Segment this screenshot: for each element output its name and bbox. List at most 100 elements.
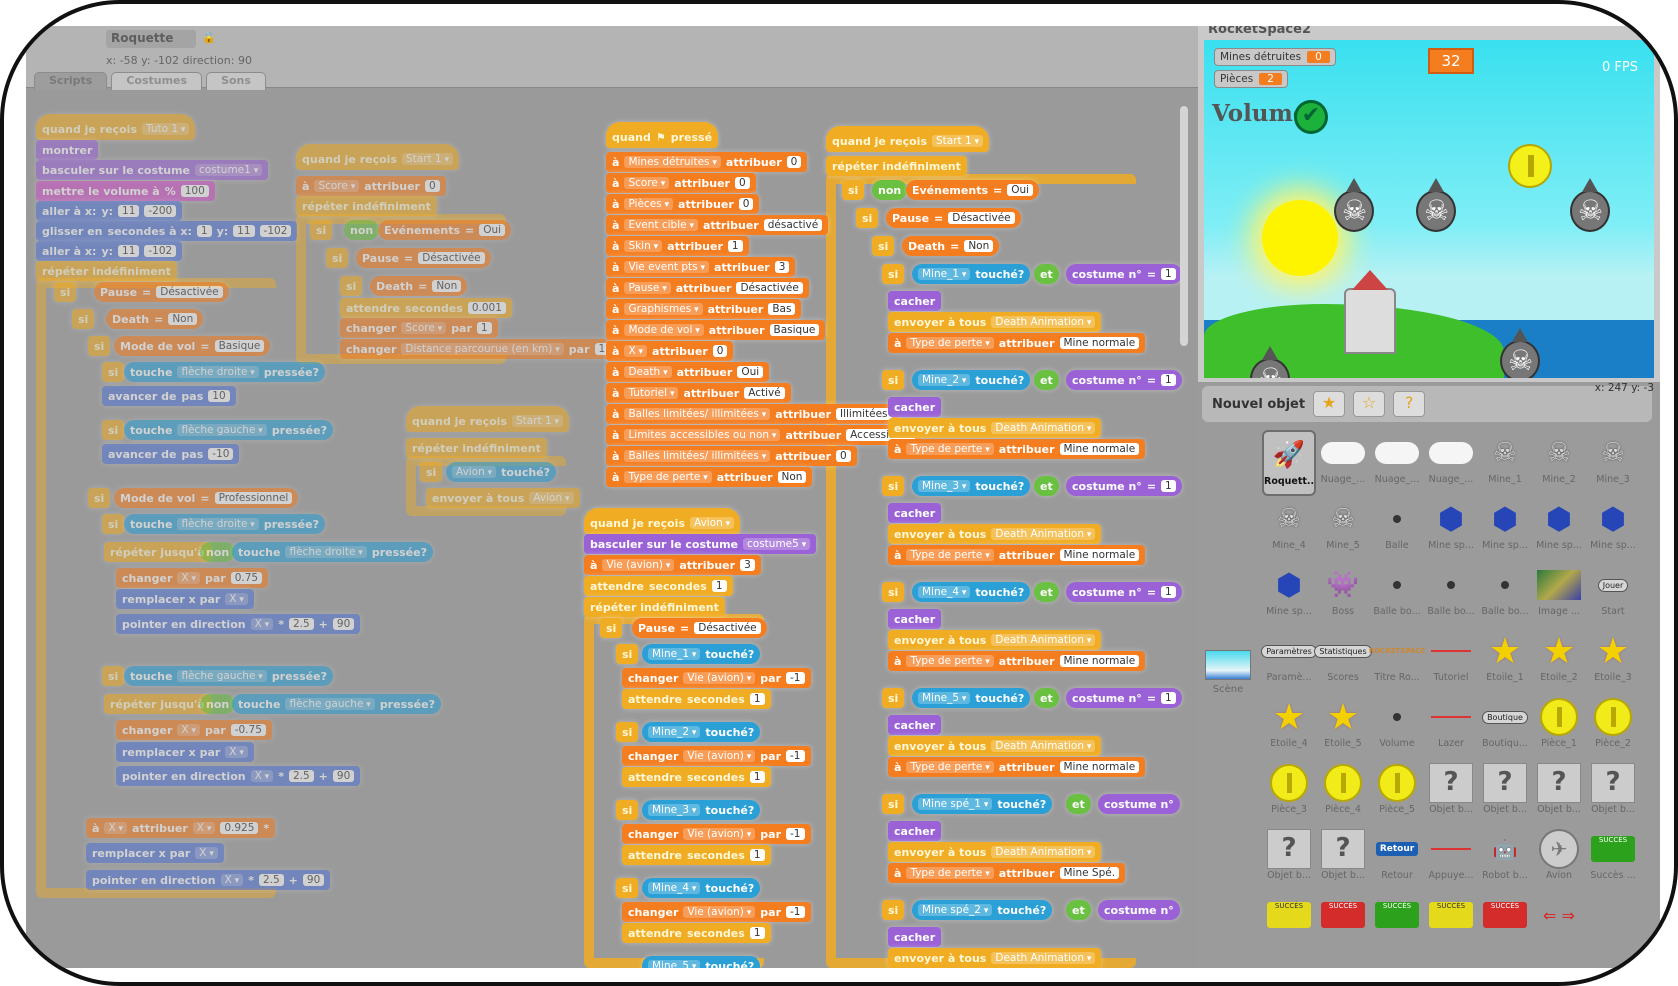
sprite-tile[interactable]: ⬢ Mine sp...: [1586, 496, 1640, 562]
block-dropdown[interactable]: X: [195, 847, 218, 859]
stage[interactable]: Mines détruites 0 Pièces 2 32 0 FPS Volu…: [1204, 40, 1654, 378]
block-input[interactable]: -1: [786, 750, 805, 762]
script-block[interactable]: envoyer à tous Death Animation: [888, 948, 1102, 968]
block-input[interactable]: Non: [777, 471, 807, 483]
block-input[interactable]: 90: [302, 874, 325, 886]
script-block[interactable]: Mine_5 touché?: [912, 688, 1031, 708]
block-input[interactable]: 90: [332, 618, 355, 630]
block-dropdown[interactable]: Score: [401, 322, 447, 334]
block-dropdown[interactable]: X: [624, 345, 648, 357]
block-dropdown[interactable]: Type de perte: [906, 867, 994, 879]
block-dropdown[interactable]: Avion: [529, 492, 574, 504]
block-dropdown[interactable]: X: [177, 572, 200, 584]
script-block[interactable]: non: [872, 180, 908, 200]
script-block[interactable]: à Event cible attribuer désactivé: [606, 215, 829, 235]
script-block[interactable]: montrer: [36, 140, 99, 160]
block-input[interactable]: 1: [749, 849, 765, 861]
monitor-mines-detruites[interactable]: Mines détruites 0: [1214, 48, 1336, 66]
block-dropdown[interactable]: Mine_2: [918, 374, 971, 386]
script-block[interactable]: à Type de perte attribuer Mine normale: [888, 545, 1146, 565]
sprite-tile[interactable]: Balle bo...: [1424, 562, 1478, 628]
block-input[interactable]: Mine normale: [1059, 655, 1140, 667]
tab-costumes[interactable]: Costumes: [111, 72, 203, 90]
block-input[interactable]: 2.5: [288, 618, 314, 630]
sprite-tile[interactable]: ★ Etoile_3: [1586, 628, 1640, 694]
script-block[interactable]: si: [102, 362, 125, 382]
block-input[interactable]: 1: [711, 580, 727, 592]
script-block[interactable]: à Pièces attribuer 0: [606, 194, 760, 214]
block-dropdown[interactable]: Pause: [624, 282, 671, 294]
script-block[interactable]: costume n° = 1: [1066, 264, 1182, 284]
script-block[interactable]: àXattribuer 0: [606, 341, 734, 361]
sprite-tile[interactable]: ★ Etoile_1: [1478, 628, 1532, 694]
sprite-tile[interactable]: ROCKETSPACE Titre Ro...: [1369, 628, 1425, 694]
script-block[interactable]: à Type de perte attribuer Mine normale: [888, 651, 1146, 671]
script-block[interactable]: envoyer à tous Death Animation: [888, 312, 1102, 332]
script-block[interactable]: à Balles limitées/ illimitées attribuer 0: [606, 446, 857, 466]
sprite-tile[interactable]: Volume: [1370, 694, 1424, 760]
sprite-tile[interactable]: Paramètres Paramè...: [1261, 628, 1317, 694]
block-input[interactable]: Basique: [769, 324, 820, 336]
script-block[interactable]: Mine_1 touché?: [912, 264, 1031, 284]
block-input[interactable]: Activé: [744, 387, 785, 399]
block-dropdown[interactable]: Death: [624, 366, 672, 378]
script-block[interactable]: aller à x: y: 11 -102: [36, 241, 183, 261]
sprite-tile[interactable]: Retour Retour: [1370, 826, 1424, 892]
script-block[interactable]: remplacer x par X: [116, 589, 254, 609]
block-input[interactable]: Oui: [479, 224, 506, 236]
block-dropdown[interactable]: Event cible: [624, 219, 698, 231]
sprite-tile[interactable]: ☠ Mine_4: [1262, 496, 1316, 562]
sprite-tile[interactable]: 🤖 Robot b...: [1478, 826, 1532, 892]
block-input[interactable]: 0.75: [230, 572, 263, 584]
script-block[interactable]: si: [882, 264, 905, 284]
sprite-tile[interactable]: Lazer: [1424, 694, 1478, 760]
block-dropdown[interactable]: Death Animation: [991, 316, 1096, 328]
random-sprite-star-icon[interactable]: ?: [1393, 391, 1426, 417]
block-input[interactable]: -1: [786, 672, 805, 684]
script-block[interactable]: pointer en direction X * 2.5 +90: [116, 614, 361, 634]
script-block[interactable]: cacher: [888, 927, 942, 947]
sprite-tile[interactable]: ⬢ Mine sp...: [1262, 562, 1316, 628]
block-input[interactable]: 1: [749, 927, 765, 939]
block-input[interactable]: 0: [836, 450, 851, 462]
block-dropdown[interactable]: Start 1: [512, 415, 564, 427]
block-input[interactable]: Non: [964, 240, 994, 252]
block-dropdown[interactable]: Mine spé_2: [918, 904, 993, 916]
script-block[interactable]: quand ⚑ pressé: [606, 122, 719, 148]
block-input[interactable]: Désactivée: [156, 286, 223, 298]
block-dropdown[interactable]: Balles limitées/ illimitées: [624, 450, 771, 462]
block-input[interactable]: 1: [476, 322, 492, 334]
script-block[interactable]: et: [1034, 370, 1059, 390]
script-block[interactable]: à Vie event pts attribuer 3: [606, 257, 796, 277]
sprite-tile[interactable]: Pièce_4: [1316, 760, 1370, 826]
block-dropdown[interactable]: Score: [314, 180, 360, 192]
script-block[interactable]: si: [882, 582, 905, 602]
sprite-tile[interactable]: ⬢ Mine sp...: [1424, 496, 1478, 562]
script-block[interactable]: Mine spé_1 touché?: [912, 794, 1053, 814]
block-dropdown[interactable]: Avion: [452, 466, 497, 478]
block-input[interactable]: Désactivée: [418, 252, 485, 264]
script-block[interactable]: aller à x: y: 11 -200: [36, 201, 183, 221]
script-block[interactable]: avancer de pas 10: [102, 386, 236, 406]
block-input[interactable]: 1: [749, 771, 765, 783]
block-dropdown[interactable]: X: [225, 746, 248, 758]
block-input[interactable]: 1: [196, 225, 212, 237]
block-dropdown[interactable]: Vie (avion): [683, 828, 756, 840]
block-input[interactable]: 10: [208, 390, 230, 402]
script-block[interactable]: si: [882, 370, 905, 390]
block-input[interactable]: 1: [1161, 692, 1176, 704]
script-block[interactable]: et: [1034, 476, 1059, 496]
sprite-tile[interactable]: 🚀 Roquett...: [1262, 430, 1316, 496]
script-block[interactable]: Mine_5 touché?: [642, 956, 761, 968]
sprite-tile[interactable]: Boutique Boutiqu...: [1478, 694, 1532, 760]
block-dropdown[interactable]: Skin: [624, 240, 663, 252]
block-input[interactable]: 3: [740, 559, 755, 571]
sprite-tile[interactable]: Appuye...: [1424, 826, 1478, 892]
sprite-tile[interactable]: ⬢ Mine sp...: [1532, 496, 1586, 562]
script-block[interactable]: changer Score par 1: [340, 318, 498, 338]
check-icon[interactable]: ✔: [1294, 100, 1328, 134]
block-dropdown[interactable]: Graphismes: [624, 303, 703, 315]
block-dropdown[interactable]: Limites accessibles ou non: [624, 429, 781, 441]
script-block[interactable]: basculer sur le costume costume5: [584, 534, 817, 554]
sprite-tile[interactable]: Nuage_...: [1316, 430, 1370, 496]
